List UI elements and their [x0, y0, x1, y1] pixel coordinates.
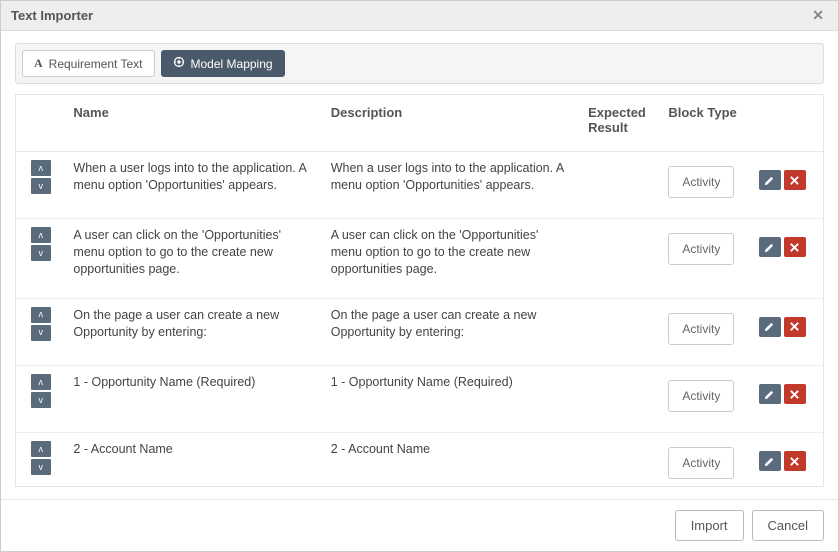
cell-name: 1 - Opportunity Name (Required): [65, 366, 322, 433]
tab-label: Model Mapping: [191, 57, 273, 71]
col-expected-result: Expected Result: [580, 95, 660, 152]
table-row: ʌv On the page a user can create a new Op…: [16, 298, 823, 365]
cancel-button[interactable]: Cancel: [752, 510, 824, 541]
table-row: ʌv A user can click on the 'Opportunities…: [16, 219, 823, 299]
cell-name: On the page a user can create a new Oppo…: [65, 298, 322, 365]
import-button[interactable]: Import: [675, 510, 744, 541]
move-up-button[interactable]: ʌ: [31, 227, 51, 243]
cell-description: When a user logs into to the application…: [323, 152, 580, 219]
edit-icon[interactable]: [759, 451, 781, 471]
cell-name: 2 - Account Name: [65, 433, 322, 486]
table-row: ʌv 2 - Account Name2 - Account Name Activi…: [16, 433, 823, 486]
cell-name: A user can click on the 'Opportunities' …: [65, 219, 322, 299]
move-down-button[interactable]: v: [31, 459, 51, 475]
text-icon: A: [34, 56, 43, 71]
mapping-scroll[interactable]: Name Description Expected Result Block T…: [16, 95, 823, 486]
cell-expected: [580, 219, 660, 299]
dialog-header: Text Importer ✕: [1, 1, 838, 31]
move-down-button[interactable]: v: [31, 178, 51, 194]
blocktype-selector[interactable]: Activity: [668, 447, 734, 479]
delete-icon[interactable]: [784, 451, 806, 471]
delete-icon[interactable]: [784, 384, 806, 404]
cell-description: On the page a user can create a new Oppo…: [323, 298, 580, 365]
edit-icon[interactable]: [759, 170, 781, 190]
cell-expected: [580, 433, 660, 486]
dialog-title: Text Importer: [11, 8, 808, 23]
cell-description: 2 - Account Name: [323, 433, 580, 486]
mapping-table: Name Description Expected Result Block T…: [16, 95, 823, 486]
tabs-bar: A Requirement Text Model Mapping: [15, 43, 824, 84]
move-up-button[interactable]: ʌ: [31, 374, 51, 390]
text-importer-dialog: Text Importer ✕ A Requirement Text Model…: [0, 0, 839, 552]
edit-icon[interactable]: [759, 237, 781, 257]
delete-icon[interactable]: [784, 237, 806, 257]
blocktype-selector[interactable]: Activity: [668, 380, 734, 412]
blocktype-selector[interactable]: Activity: [668, 233, 734, 265]
tab-label: Requirement Text: [49, 57, 143, 71]
close-icon[interactable]: ✕: [808, 7, 828, 24]
move-up-button[interactable]: ʌ: [31, 441, 51, 457]
col-reorder: [16, 95, 65, 152]
edit-icon[interactable]: [759, 317, 781, 337]
edit-icon[interactable]: [759, 384, 781, 404]
cell-description: 1 - Opportunity Name (Required): [323, 366, 580, 433]
mapping-panel: Name Description Expected Result Block T…: [15, 94, 824, 487]
move-up-button[interactable]: ʌ: [31, 307, 51, 323]
col-actions: [751, 95, 823, 152]
col-description: Description: [323, 95, 580, 152]
move-down-button[interactable]: v: [31, 392, 51, 408]
blocktype-selector[interactable]: Activity: [668, 313, 734, 345]
cell-expected: [580, 152, 660, 219]
cell-expected: [580, 298, 660, 365]
col-block-type: Block Type: [660, 95, 751, 152]
mapping-icon: [173, 56, 185, 71]
tab-model-mapping[interactable]: Model Mapping: [161, 50, 285, 77]
blocktype-selector[interactable]: Activity: [668, 166, 734, 198]
dialog-body: A Requirement Text Model Mapping: [1, 31, 838, 499]
move-down-button[interactable]: v: [31, 245, 51, 261]
delete-icon[interactable]: [784, 170, 806, 190]
table-header-row: Name Description Expected Result Block T…: [16, 95, 823, 152]
col-name: Name: [65, 95, 322, 152]
table-row: ʌv When a user logs into to the applicati…: [16, 152, 823, 219]
move-up-button[interactable]: ʌ: [31, 160, 51, 176]
delete-icon[interactable]: [784, 317, 806, 337]
cell-name: When a user logs into to the application…: [65, 152, 322, 219]
tab-requirement-text[interactable]: A Requirement Text: [22, 50, 155, 77]
dialog-footer: Import Cancel: [1, 499, 838, 551]
move-down-button[interactable]: v: [31, 325, 51, 341]
table-row: ʌv 1 - Opportunity Name (Required)1 - Opp…: [16, 366, 823, 433]
cell-description: A user can click on the 'Opportunities' …: [323, 219, 580, 299]
cell-expected: [580, 366, 660, 433]
